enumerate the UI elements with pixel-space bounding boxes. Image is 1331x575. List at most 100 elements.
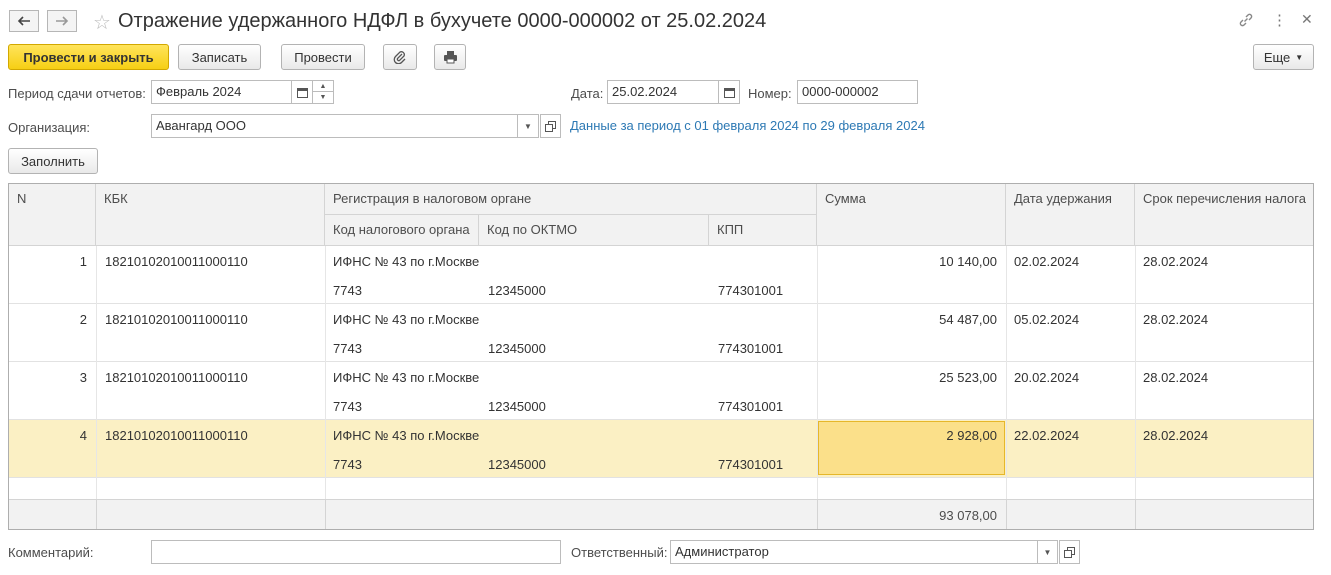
table-row[interactable]: 3 18210102010011000110 ИФНС № 43 по г.Мо… (9, 362, 1313, 420)
cell-kbk: 18210102010011000110 (105, 254, 248, 269)
column-divider (96, 246, 97, 499)
responsible-field[interactable]: Администратор (670, 540, 1038, 564)
column-divider (1135, 500, 1136, 529)
date-calendar-button[interactable] (718, 80, 740, 104)
paperclip-icon (393, 51, 406, 64)
organization-open-button[interactable] (540, 114, 561, 138)
column-divider (325, 246, 326, 499)
post-and-close-button[interactable]: Провести и закрыть (8, 44, 169, 70)
table-row-selected[interactable]: 4 18210102010011000110 ИФНС № 43 по г.Мо… (9, 420, 1313, 478)
more-vertical-icon[interactable]: ⋮ (1272, 11, 1287, 29)
table-row[interactable]: 2 18210102010011000110 ИФНС № 43 по г.Мо… (9, 304, 1313, 362)
header-n[interactable]: N (9, 184, 96, 246)
cell-kbk: 18210102010011000110 (105, 428, 248, 443)
cell-tax-office-code: 7743 (333, 399, 362, 414)
number-label: Номер: (748, 86, 792, 101)
organization-label: Организация: (8, 120, 91, 135)
forward-button[interactable] (47, 10, 77, 32)
dropdown-arrow-icon: ▼ (524, 121, 532, 131)
period-field[interactable]: Февраль 2024 (151, 80, 292, 104)
attach-button[interactable] (383, 44, 417, 70)
cell-n: 1 (79, 254, 87, 269)
cell-tax-office-code: 7743 (333, 457, 362, 472)
header-transfer-due[interactable]: Срок перечисления налога (1135, 184, 1313, 246)
cell-kpp: 774301001 (718, 341, 784, 356)
cell-sum: 2 928,00 (946, 428, 997, 443)
column-divider (1006, 246, 1007, 499)
cell-tax-office-code: 7743 (333, 283, 362, 298)
comment-field[interactable] (151, 540, 561, 564)
more-button[interactable]: Еще ▼ (1253, 44, 1314, 70)
column-divider (96, 500, 97, 529)
more-label: Еще (1263, 49, 1291, 65)
cell-transfer-due: 28.02.2024 (1143, 254, 1209, 269)
cell-tax-office-code: 7743 (333, 341, 362, 356)
cell-transfer-due: 28.02.2024 (1143, 428, 1209, 443)
header-registration[interactable]: Регистрация в налоговом органе (325, 184, 817, 215)
favorite-star-icon[interactable]: ☆ (93, 10, 111, 35)
header-withhold-date[interactable]: Дата удержания (1006, 184, 1135, 246)
back-button[interactable] (9, 10, 39, 32)
save-button[interactable]: Записать (178, 44, 261, 70)
column-divider (325, 500, 326, 529)
cell-n: 4 (79, 428, 87, 443)
cell-withhold-date: 05.02.2024 (1014, 312, 1080, 327)
column-divider (1135, 246, 1136, 499)
fill-button[interactable]: Заполнить (8, 148, 98, 174)
total-sum: 93 078,00 (939, 508, 997, 523)
chevron-up-icon: ▲ (319, 82, 327, 90)
number-field[interactable]: 0000-000002 (797, 80, 918, 104)
table-row[interactable]: 1 18210102010011000110 ИФНС № 43 по г.Мо… (9, 246, 1313, 304)
dropdown-arrow-icon: ▼ (1295, 52, 1304, 62)
cell-kpp: 774301001 (718, 457, 784, 472)
cell-kbk: 18210102010011000110 (105, 370, 248, 385)
cell-withhold-date: 22.02.2024 (1014, 428, 1080, 443)
date-field[interactable]: 25.02.2024 (607, 80, 719, 104)
cell-withhold-date: 20.02.2024 (1014, 370, 1080, 385)
period-calendar-button[interactable] (291, 80, 313, 104)
calendar-icon (296, 87, 308, 98)
column-divider (817, 246, 818, 499)
organization-field[interactable]: Авангард ООО (151, 114, 518, 138)
open-window-icon (1064, 546, 1075, 558)
cell-withhold-date: 02.02.2024 (1014, 254, 1080, 269)
cell-sum: 25 523,00 (939, 370, 997, 385)
comment-label: Комментарий: (8, 545, 94, 560)
responsible-open-button[interactable] (1059, 540, 1080, 564)
header-kpp[interactable]: КПП (709, 215, 817, 246)
cell-registration: ИФНС № 43 по г.Москве (333, 428, 480, 443)
cell-oktmo: 12345000 (488, 399, 546, 414)
responsible-dropdown-button[interactable]: ▼ (1037, 540, 1058, 564)
cell-kpp: 774301001 (718, 399, 784, 414)
cell-registration: ИФНС № 43 по г.Москве (333, 254, 480, 269)
cell-transfer-due: 28.02.2024 (1143, 370, 1209, 385)
header-tax-office-code[interactable]: Код налогового органа (325, 215, 479, 246)
column-divider (1006, 500, 1007, 529)
period-down-button[interactable]: ▼ (312, 91, 334, 104)
link-icon[interactable] (1238, 12, 1254, 32)
cell-registration: ИФНС № 43 по г.Москве (333, 312, 480, 327)
cell-registration: ИФНС № 43 по г.Москве (333, 370, 480, 385)
responsible-label: Ответственный: (571, 545, 668, 560)
header-oktmo[interactable]: Код по ОКТМО (479, 215, 709, 246)
period-data-link[interactable]: Данные за период с 01 февраля 2024 по 29… (570, 118, 925, 133)
organization-dropdown-button[interactable]: ▼ (517, 114, 539, 138)
open-window-icon (545, 120, 556, 132)
table-totals-row: 93 078,00 (9, 499, 1313, 529)
cell-sum: 54 487,00 (939, 312, 997, 327)
cell-kbk: 18210102010011000110 (105, 312, 248, 327)
chevron-down-icon: ▼ (319, 94, 327, 101)
cell-sum: 10 140,00 (939, 254, 997, 269)
arrow-right-icon (56, 16, 69, 26)
date-label: Дата: (571, 86, 604, 101)
window-title: Отражение удержанного НДФЛ в бухучете 00… (118, 10, 767, 32)
cell-kpp: 774301001 (718, 283, 784, 298)
period-label: Период сдачи отчетов: (8, 86, 146, 101)
header-kbk[interactable]: КБК (96, 184, 325, 246)
post-button[interactable]: Провести (281, 44, 365, 70)
header-sum[interactable]: Сумма (817, 184, 1006, 246)
print-button[interactable] (434, 44, 466, 70)
tax-table: N КБК Регистрация в налоговом органе Код… (8, 183, 1314, 530)
cell-oktmo: 12345000 (488, 283, 546, 298)
close-icon[interactable]: ✕ (1301, 11, 1313, 28)
